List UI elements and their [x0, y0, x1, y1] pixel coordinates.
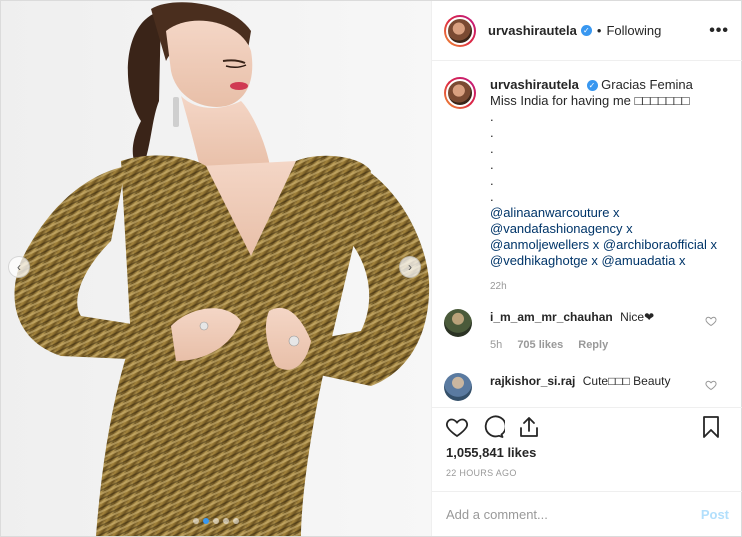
- header-separator: •: [596, 23, 602, 38]
- comment-meta: 5h 705 likes Reply: [490, 337, 654, 353]
- comment-text: Nice❤: [620, 310, 655, 324]
- carousel-dot-active: [203, 518, 209, 524]
- avatar[interactable]: [444, 309, 472, 337]
- caption-time[interactable]: 22h: [490, 279, 720, 295]
- verified-icon: ✓: [586, 80, 598, 92]
- carousel-dot: [233, 518, 239, 524]
- bookmark-icon: [703, 416, 719, 438]
- like-button[interactable]: [444, 414, 470, 440]
- comment-item: rajkishor_si.raj Cute□□□ Beauty: [444, 373, 731, 401]
- carousel-indicator: [1, 518, 431, 524]
- caption-dot: .: [490, 109, 494, 124]
- carousel-dot: [223, 518, 229, 524]
- avatar-image: [446, 16, 474, 45]
- likes-count[interactable]: 1,055,841 likes: [446, 445, 536, 460]
- comment-button[interactable]: [480, 414, 506, 440]
- avatar[interactable]: [444, 14, 476, 47]
- chevron-right-icon: ›: [408, 260, 412, 274]
- caption-dot: .: [490, 173, 494, 188]
- post-header: urvashirautela ✓ • Following •••: [432, 1, 742, 61]
- heart-icon[interactable]: [705, 379, 717, 391]
- chevron-left-icon: ‹: [17, 260, 21, 274]
- comment-icon: [484, 415, 505, 438]
- caption-avatar[interactable]: [444, 77, 476, 109]
- caption-dot: .: [490, 157, 494, 172]
- comment-input[interactable]: [446, 507, 701, 522]
- comment-likes[interactable]: 705 likes: [517, 339, 563, 351]
- comment-item: i_m_am_mr_chauhan Nice❤ 5h 705 likes Rep…: [444, 309, 731, 353]
- post-actions: 1,055,841 likes 22 HOURS AGO Post: [432, 407, 742, 537]
- action-icons: [444, 414, 734, 444]
- caption-dot: .: [490, 125, 494, 140]
- comments-section[interactable]: urvashirautela ✓ Gracias Femina Miss Ind…: [432, 61, 742, 407]
- caption-dots: . . . . . .: [490, 109, 720, 205]
- reply-button[interactable]: Reply: [578, 339, 608, 351]
- carousel-next-button[interactable]: ›: [399, 256, 421, 278]
- comment-text: Cute□□□ Beauty: [582, 374, 671, 388]
- caption-username[interactable]: urvashirautela: [490, 77, 579, 92]
- post-sidebar: urvashirautela ✓ • Following ••• urvashi…: [431, 1, 742, 536]
- verified-icon: ✓: [580, 25, 592, 36]
- following-button[interactable]: Following: [606, 23, 661, 38]
- post-photo[interactable]: ‹ ›: [1, 1, 431, 536]
- post-comment-button[interactable]: Post: [701, 507, 729, 522]
- comment-username[interactable]: rajkishor_si.raj: [490, 374, 575, 388]
- comment-time[interactable]: 5h: [490, 339, 502, 351]
- carousel-dot: [193, 518, 199, 524]
- caption-mentions[interactable]: @alinaanwarcouture x @vandafashionagency…: [490, 205, 720, 269]
- comment-body: i_m_am_mr_chauhan Nice❤ 5h 705 likes Rep…: [490, 309, 654, 353]
- caption-dot: .: [490, 189, 494, 204]
- avatar[interactable]: [444, 373, 472, 401]
- share-button[interactable]: [516, 414, 542, 440]
- save-button[interactable]: [698, 414, 724, 440]
- caption-body: urvashirautela ✓ Gracias Femina Miss Ind…: [490, 77, 720, 309]
- post-timestamp[interactable]: 22 HOURS AGO: [446, 468, 517, 478]
- carousel-prev-button[interactable]: ‹: [8, 256, 30, 278]
- instagram-post: ‹ › urvashirautela ✓ • Following ••• urv…: [0, 0, 742, 537]
- comment-body: rajkishor_si.raj Cute□□□ Beauty: [490, 373, 671, 401]
- add-comment-bar: Post: [432, 491, 742, 537]
- caption-dot: .: [490, 141, 494, 156]
- heart-icon[interactable]: [705, 315, 717, 327]
- comment-username[interactable]: i_m_am_mr_chauhan: [490, 310, 613, 324]
- avatar-image: [446, 79, 474, 107]
- heart-icon: [446, 418, 468, 438]
- photo-illustration: [1, 1, 431, 536]
- header-username[interactable]: urvashirautela: [488, 23, 577, 38]
- share-icon: [520, 417, 538, 437]
- more-icon[interactable]: •••: [709, 22, 729, 40]
- carousel-dot: [213, 518, 219, 524]
- caption: urvashirautela ✓ Gracias Femina Miss Ind…: [444, 77, 731, 309]
